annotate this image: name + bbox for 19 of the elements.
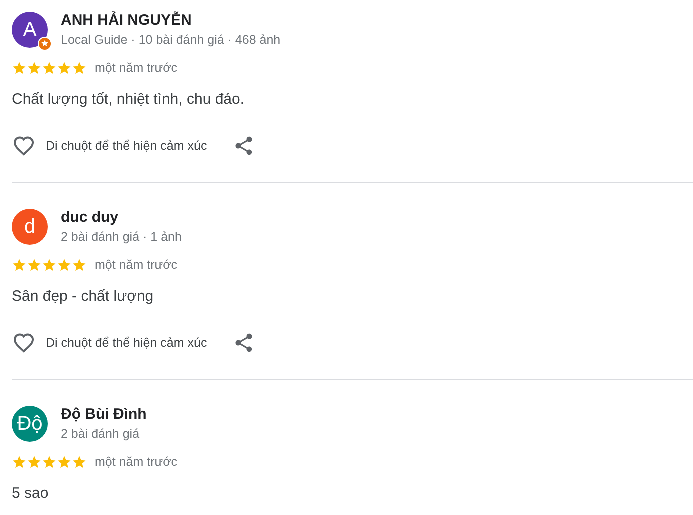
avatar: Độ bbox=[12, 406, 48, 442]
like-button[interactable] bbox=[12, 134, 36, 158]
like-button[interactable] bbox=[12, 331, 36, 355]
review-text: Chất lượng tốt, nhiệt tình, chu đáo. bbox=[12, 90, 246, 110]
reviewer-meta: Local Guide · 10 bài đánh giá · 468 ảnh bbox=[61, 32, 281, 48]
avatar: d bbox=[12, 209, 48, 245]
reviewer-name[interactable]: ANH HẢI NGUYỄN bbox=[61, 12, 281, 30]
review-time: một năm trước bbox=[95, 61, 178, 75]
reviewer-name[interactable]: Độ Bùi Đình bbox=[61, 406, 147, 424]
reaction-hint: Di chuột để thể hiện cảm xúc bbox=[46, 139, 208, 153]
review-text: Sân đẹp - chất lượng bbox=[12, 287, 155, 307]
reviewer-meta: 2 bài đánh giá bbox=[61, 426, 141, 442]
review-time: một năm trước bbox=[95, 455, 178, 469]
review-text: 5 sao bbox=[12, 484, 50, 504]
review-time: một năm trước bbox=[95, 258, 178, 272]
avatar: A bbox=[12, 12, 48, 48]
reviewer-meta: 2 bài đánh giá · 1 ảnh bbox=[61, 229, 182, 245]
reviewer-name[interactable]: duc duy bbox=[61, 209, 182, 227]
reaction-hint: Di chuột để thể hiện cảm xúc bbox=[46, 336, 208, 350]
